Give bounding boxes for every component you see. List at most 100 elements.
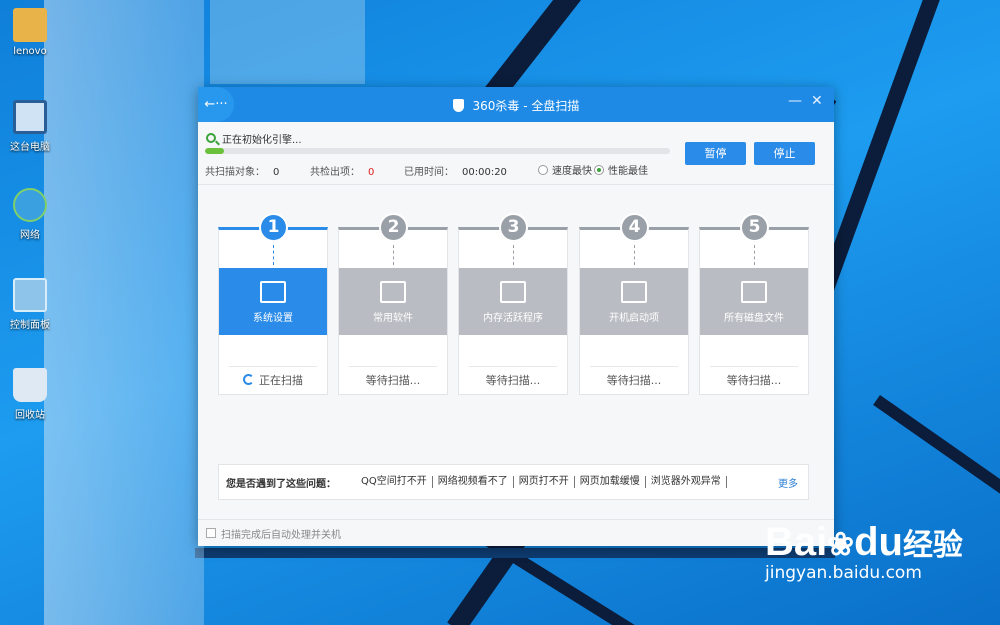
stop-button[interactable]: 停止	[754, 142, 815, 165]
scan-step-memory-programs: 3 内存活跃程序 等待扫描...	[458, 213, 568, 395]
blurred-region	[210, 0, 365, 84]
step-status: 等待扫描...	[469, 366, 557, 394]
elapsed-value: 00:00:20	[462, 167, 507, 178]
loading-spinner-icon	[243, 374, 254, 385]
window-footer: 扫描完成后自动处理并关机	[198, 519, 834, 546]
scan-progress-fill	[205, 148, 224, 154]
step-card: 内存活跃程序	[459, 268, 567, 335]
scan-progress-bar	[205, 148, 670, 154]
control-panel-icon	[13, 278, 47, 312]
auto-shutdown-label: 扫描完成后自动处理并关机	[221, 529, 341, 541]
scanned-count: 共扫描对象： 0	[205, 163, 279, 178]
step-connector	[634, 245, 635, 265]
step-status: 等待扫描...	[710, 366, 798, 394]
step-number: 3	[499, 213, 528, 242]
desktop-icon-label: 控制面板	[10, 320, 50, 331]
step-status: 等待扫描...	[349, 366, 437, 394]
step-status: 正在扫描	[229, 366, 317, 394]
step-status: 等待扫描...	[590, 366, 678, 394]
performance-mode-radio[interactable]: 性能最佳	[594, 162, 648, 177]
step-number: 2	[379, 213, 408, 242]
issue-link[interactable]: QQ空间打不开	[356, 476, 433, 488]
desktop-icon-label: 这台电脑	[10, 142, 50, 153]
wallpaper-line	[195, 548, 835, 558]
elapsed-time: 已用时间： 00:00:20	[404, 163, 507, 178]
watermark-logo-du: du	[854, 520, 903, 564]
speed-mode-radio[interactable]: 速度最快	[538, 162, 592, 177]
software-icon	[380, 281, 406, 303]
step-status-text: 正在扫描	[259, 374, 303, 387]
found-value: 0	[368, 167, 375, 178]
found-count: 共检出项： 0	[310, 163, 374, 178]
startup-icon	[621, 281, 647, 303]
scan-step-common-software: 2 常用软件 等待扫描...	[338, 213, 448, 395]
step-label: 系统设置	[253, 313, 293, 324]
memory-icon	[500, 281, 526, 303]
step-connector	[513, 245, 514, 265]
desktop-icon-lenovo[interactable]: lenovo	[2, 8, 58, 57]
desktop-icon-control-panel[interactable]: 控制面板	[2, 278, 58, 331]
window-title: 360杀毒 - 全盘扫描	[472, 99, 580, 113]
network-globe-icon	[13, 188, 47, 222]
common-issues-bar: 您是否遇到了这些问题： QQ空间打不开 网络视频看不了 网页打不开 网页加载缓慢…	[218, 464, 809, 500]
shield-icon	[452, 99, 464, 112]
step-card: 所有磁盘文件	[700, 268, 808, 335]
elapsed-label: 已用时间：	[404, 167, 454, 178]
step-number: 5	[740, 213, 769, 242]
step-card: 常用软件	[339, 268, 447, 335]
issue-link[interactable]: 网络视频看不了	[433, 476, 514, 488]
minimize-button[interactable]: —	[788, 93, 802, 109]
desktop-icon-label: lenovo	[13, 46, 47, 57]
more-link[interactable]: 更多	[778, 475, 798, 490]
auto-shutdown-checkbox[interactable]	[206, 528, 216, 538]
watermark-logo-cn: 经验	[902, 529, 963, 562]
desktop-icon-this-pc[interactable]: 这台电脑	[2, 100, 58, 153]
step-label: 所有磁盘文件	[724, 313, 784, 324]
windows-settings-icon	[260, 281, 286, 303]
step-connector	[393, 245, 394, 265]
scan-status-panel: 正在初始化引擎... 共扫描对象： 0 共检出项： 0 已用时间： 00:00:20 …	[198, 122, 834, 185]
step-status-text: 等待扫描...	[485, 374, 541, 387]
antivirus-window: ←··· 360杀毒 - 全盘扫描 — ✕ 正在初始化引擎... 共扫描对象： 0…	[198, 87, 834, 546]
issues-question: 您是否遇到了这些问题：	[226, 478, 336, 490]
issue-link[interactable]: 网页加载缓慢	[575, 476, 646, 488]
scan-step-all-disk-files: 5 所有磁盘文件 等待扫描...	[699, 213, 809, 395]
desktop-icon-label: 网络	[20, 230, 40, 241]
step-connector	[754, 245, 755, 265]
pause-button[interactable]: 暂停	[685, 142, 746, 165]
disk-search-icon	[741, 281, 767, 303]
step-connector	[273, 245, 274, 265]
window-title-wrap: 360杀毒 - 全盘扫描	[198, 97, 834, 114]
step-number: 4	[620, 213, 649, 242]
performance-mode-label: 性能最佳	[608, 166, 648, 177]
scanned-value: 0	[273, 167, 280, 178]
close-button[interactable]: ✕	[811, 93, 823, 109]
paw-icon: ❀	[827, 526, 855, 562]
found-label: 共检出项：	[310, 167, 360, 178]
speed-mode-label: 速度最快	[552, 166, 592, 177]
wallpaper-line	[817, 0, 946, 296]
desktop-icon-recycle-bin[interactable]: 回收站	[2, 368, 58, 421]
step-status-text: 等待扫描...	[726, 374, 782, 387]
desktop-icon-label: 回收站	[15, 410, 45, 421]
recycle-bin-icon	[13, 368, 47, 402]
desktop-icon-network[interactable]: 网络	[2, 188, 58, 241]
step-label: 常用软件	[373, 313, 413, 324]
issue-link[interactable]: 网页打不开	[514, 476, 575, 488]
step-card: 系统设置	[219, 268, 327, 335]
step-number: 1	[259, 213, 288, 242]
watermark-logo-bai: Bai	[765, 520, 828, 564]
blurred-region	[44, 0, 204, 625]
watermark-url: jingyan.baidu.com	[765, 563, 922, 583]
radio-icon	[594, 164, 604, 175]
baidu-watermark: Bai❀du经验 jingyan.baidu.com	[765, 520, 995, 583]
wallpaper-line	[873, 395, 1000, 532]
step-label: 内存活跃程序	[483, 313, 543, 324]
title-bar: ←··· 360杀毒 - 全盘扫描 — ✕	[198, 87, 834, 122]
step-status-text: 等待扫描...	[606, 374, 662, 387]
radio-icon	[538, 164, 548, 175]
search-icon	[206, 133, 216, 143]
scan-step-startup-items: 4 开机启动项 等待扫描...	[579, 213, 689, 395]
issue-link[interactable]: 浏览器外观异常	[646, 476, 727, 488]
step-card: 开机启动项	[580, 268, 688, 335]
